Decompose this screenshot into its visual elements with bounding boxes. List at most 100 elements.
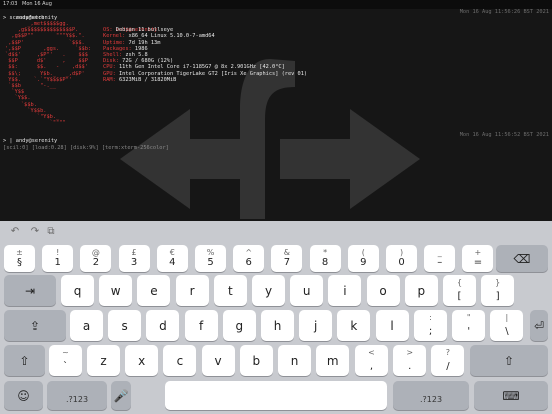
info-value: 1986 (134, 45, 148, 52)
key-c[interactable]: c (163, 345, 197, 376)
key-q[interactable]: q (61, 275, 94, 306)
key-punct[interactable]: :; (414, 310, 447, 341)
key-6[interactable]: ^ 6 (233, 245, 265, 272)
key-char: z (100, 353, 107, 368)
numbers-key-left[interactable]: .?123 (47, 381, 107, 410)
info-key: CPU: (103, 64, 116, 71)
key-char: 7 (283, 257, 291, 268)
key-shift-char: + (474, 248, 482, 257)
terminal[interactable]: andy@serenity Mon 16 Aug 11:56:26 BST 20… (0, 9, 552, 221)
key-char: ; (428, 326, 433, 337)
key-8[interactable]: * 8 (309, 245, 341, 272)
key-punct[interactable]: >. (393, 345, 427, 376)
key-char: s (121, 318, 128, 333)
key-char: ⇧ (503, 353, 515, 368)
emoji-key[interactable]: ☺ (4, 381, 43, 410)
key-bracket[interactable]: }] (481, 275, 515, 306)
key-tilde[interactable]: ~ ` (49, 345, 82, 376)
key-z[interactable]: z (87, 345, 120, 376)
key-d[interactable]: d (146, 310, 180, 341)
key-char: 4 (169, 257, 176, 268)
key-char: \ (505, 326, 509, 337)
space-key[interactable] (165, 381, 387, 410)
info-value: 72G / 680G (12%) (122, 58, 174, 65)
info-key: Shell: (103, 52, 123, 58)
key-m[interactable]: m (316, 345, 350, 376)
mic-key[interactable]: 🎤 (111, 381, 131, 410)
key-o[interactable]: o (366, 275, 400, 306)
key-char: o (379, 283, 387, 298)
key-5[interactable]: % 5 (195, 245, 226, 272)
key-1[interactable]: ! 1 (42, 245, 74, 272)
delete-key[interactable]: ⌫ (496, 245, 548, 272)
key-l[interactable]: l (375, 310, 409, 341)
key-p[interactable]: p (404, 275, 438, 306)
key-k[interactable]: k (337, 310, 371, 341)
key-4[interactable]: €4 (156, 245, 188, 272)
redo-icon[interactable]: ↷ (29, 226, 41, 238)
paste-icon[interactable]: ⧉ (45, 226, 57, 238)
key-shift-char: ^ (245, 248, 253, 257)
key-=[interactable]: + = (462, 245, 494, 272)
status-date: Mon 16 Aug (22, 1, 52, 7)
info-key: Disk: (103, 58, 119, 65)
key-9[interactable]: (9 (347, 245, 379, 272)
caps-lock-key[interactable]: ⇪ (4, 310, 66, 341)
key-i[interactable]: i (328, 275, 362, 306)
key-char: ⇪ (29, 318, 41, 333)
key-2[interactable]: @2 (80, 245, 112, 272)
key-char: k (350, 318, 358, 333)
key-char: ⌨ (502, 388, 520, 403)
key-x[interactable]: x (125, 345, 159, 376)
key-punct[interactable]: ? / (431, 345, 465, 376)
key-punct[interactable]: | \ (490, 310, 524, 341)
key-shift-char: } (495, 278, 501, 287)
key-punct[interactable]: " ' (452, 310, 486, 341)
return-key[interactable]: ⏎ (530, 310, 548, 341)
key-3[interactable]: £3 (118, 245, 150, 272)
key-char: = (473, 257, 483, 268)
key-t[interactable]: t (213, 275, 247, 306)
info-value: x86_64 Linux 5.10.0-7-amd64 (128, 33, 215, 40)
key-n[interactable]: n (278, 345, 311, 376)
key-g[interactable]: g (222, 310, 256, 341)
info-value: Debian 11 bullseye (115, 27, 174, 34)
key-a[interactable]: a (70, 310, 103, 341)
key-char: ⏎ (533, 318, 545, 333)
key-–[interactable]: _ – (424, 245, 456, 272)
key-shift-char: € (169, 248, 175, 257)
key-§[interactable]: ± § (4, 245, 35, 272)
tab-key[interactable]: ⇥ (4, 275, 56, 306)
key-h[interactable]: h (261, 310, 294, 341)
status-bar: 17:03 Mon 16 Aug (0, 0, 552, 9)
shift-right-key[interactable]: ⇧ (470, 345, 548, 376)
key-0[interactable]: ) 0 (386, 245, 417, 272)
key-7[interactable]: & 7 (271, 245, 303, 272)
keyboard-toolbar: ↶ ↷ ⧉ (0, 221, 552, 243)
command-2[interactable]: > | (3, 138, 13, 144)
undo-icon[interactable]: ↶ (9, 226, 21, 238)
key-char: ] (495, 291, 500, 302)
info-key: Packages: (103, 45, 132, 52)
key-y[interactable]: y (252, 275, 285, 306)
key-r[interactable]: r (175, 275, 209, 306)
key-char: ☺ (17, 388, 30, 403)
shift-left-key[interactable]: ⇧ (4, 345, 45, 376)
key-f[interactable]: f (184, 310, 218, 341)
key-b[interactable]: b (239, 345, 273, 376)
key-w[interactable]: w (99, 275, 133, 306)
key-char: ` (63, 361, 68, 372)
key-bracket[interactable]: {[ (443, 275, 476, 306)
key-s[interactable]: s (108, 310, 142, 341)
key-shift-char: { (456, 278, 463, 287)
key-j[interactable]: j (299, 310, 333, 341)
key-v[interactable]: v (201, 345, 235, 376)
key-u[interactable]: u (290, 275, 324, 306)
hide-keyboard-key[interactable]: ⌨ (474, 381, 548, 410)
numbers-key-right[interactable]: .?123 (393, 381, 469, 410)
key-char: y (264, 283, 273, 298)
key-e[interactable]: e (137, 275, 171, 306)
key-char: d (159, 318, 167, 333)
key-char: / (446, 361, 450, 372)
key-punct[interactable]: <, (355, 345, 388, 376)
